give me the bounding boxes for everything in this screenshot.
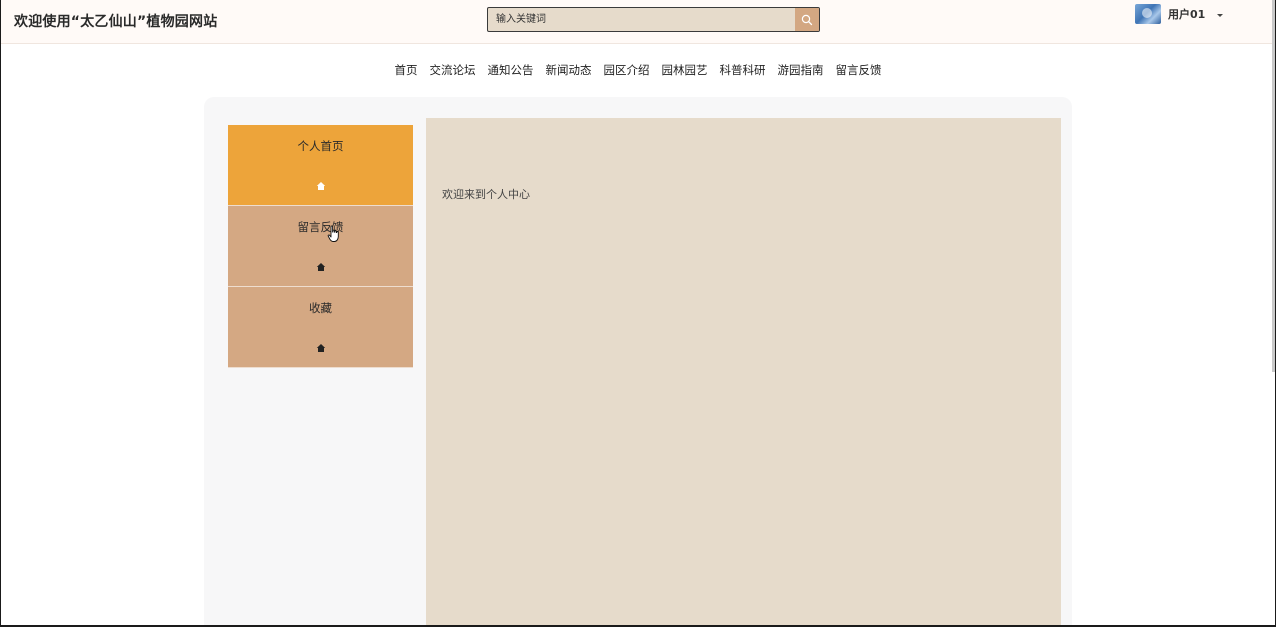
sidebar-menu: 个人首页 留言反馈 收藏 bbox=[228, 125, 413, 368]
home-icon bbox=[316, 182, 326, 190]
nav-item-feedback[interactable]: 留言反馈 bbox=[836, 62, 882, 78]
home-icon bbox=[316, 263, 326, 271]
nav-item-visitor-guide[interactable]: 游园指南 bbox=[778, 62, 824, 78]
main-nav: 首页 交流论坛 通知公告 新闻动态 园区介绍 园林园艺 科普科研 游园指南 留言… bbox=[1, 62, 1275, 78]
nav-item-horticulture[interactable]: 园林园艺 bbox=[662, 62, 708, 78]
home-icon bbox=[316, 344, 326, 352]
content-area: 欢迎来到个人中心 bbox=[426, 118, 1061, 625]
user-menu[interactable]: 用户01 bbox=[1135, 2, 1224, 26]
search-input[interactable] bbox=[488, 8, 797, 31]
sidebar-item-label: 个人首页 bbox=[297, 139, 344, 153]
welcome-text: 欢迎来到个人中心 bbox=[442, 188, 530, 201]
user-name[interactable]: 用户01 bbox=[1168, 6, 1205, 22]
sidebar-item-label: 收藏 bbox=[309, 301, 332, 315]
sidebar-item-feedback[interactable]: 留言反馈 bbox=[228, 206, 413, 287]
sidebar-item-label: 留言反馈 bbox=[297, 220, 344, 234]
nav-item-home[interactable]: 首页 bbox=[395, 62, 418, 78]
caret-down-icon[interactable] bbox=[1217, 13, 1224, 17]
site-title: 欢迎使用“太乙仙山”植物园网站 bbox=[14, 14, 218, 30]
hand-cursor-icon bbox=[327, 225, 339, 242]
browser-viewport: 欢迎使用“太乙仙山”植物园网站 用户01 首页 交流论坛 通知公告 新闻动态 园… bbox=[0, 0, 1276, 627]
search-box bbox=[487, 7, 820, 32]
nav-item-notices[interactable]: 通知公告 bbox=[488, 62, 534, 78]
nav-item-news[interactable]: 新闻动态 bbox=[546, 62, 592, 78]
search-button[interactable] bbox=[795, 8, 819, 31]
nav-item-science[interactable]: 科普科研 bbox=[720, 62, 766, 78]
search-icon bbox=[801, 14, 813, 25]
sidebar-item-favorites[interactable]: 收藏 bbox=[228, 287, 413, 368]
page-scrollbar[interactable] bbox=[1272, 0, 1275, 372]
top-header: 欢迎使用“太乙仙山”植物园网站 用户01 bbox=[1, 0, 1275, 44]
nav-item-forum[interactable]: 交流论坛 bbox=[430, 62, 476, 78]
sidebar-item-personal-home[interactable]: 个人首页 bbox=[228, 125, 413, 206]
avatar[interactable] bbox=[1135, 4, 1161, 24]
nav-item-park-intro[interactable]: 园区介绍 bbox=[604, 62, 650, 78]
